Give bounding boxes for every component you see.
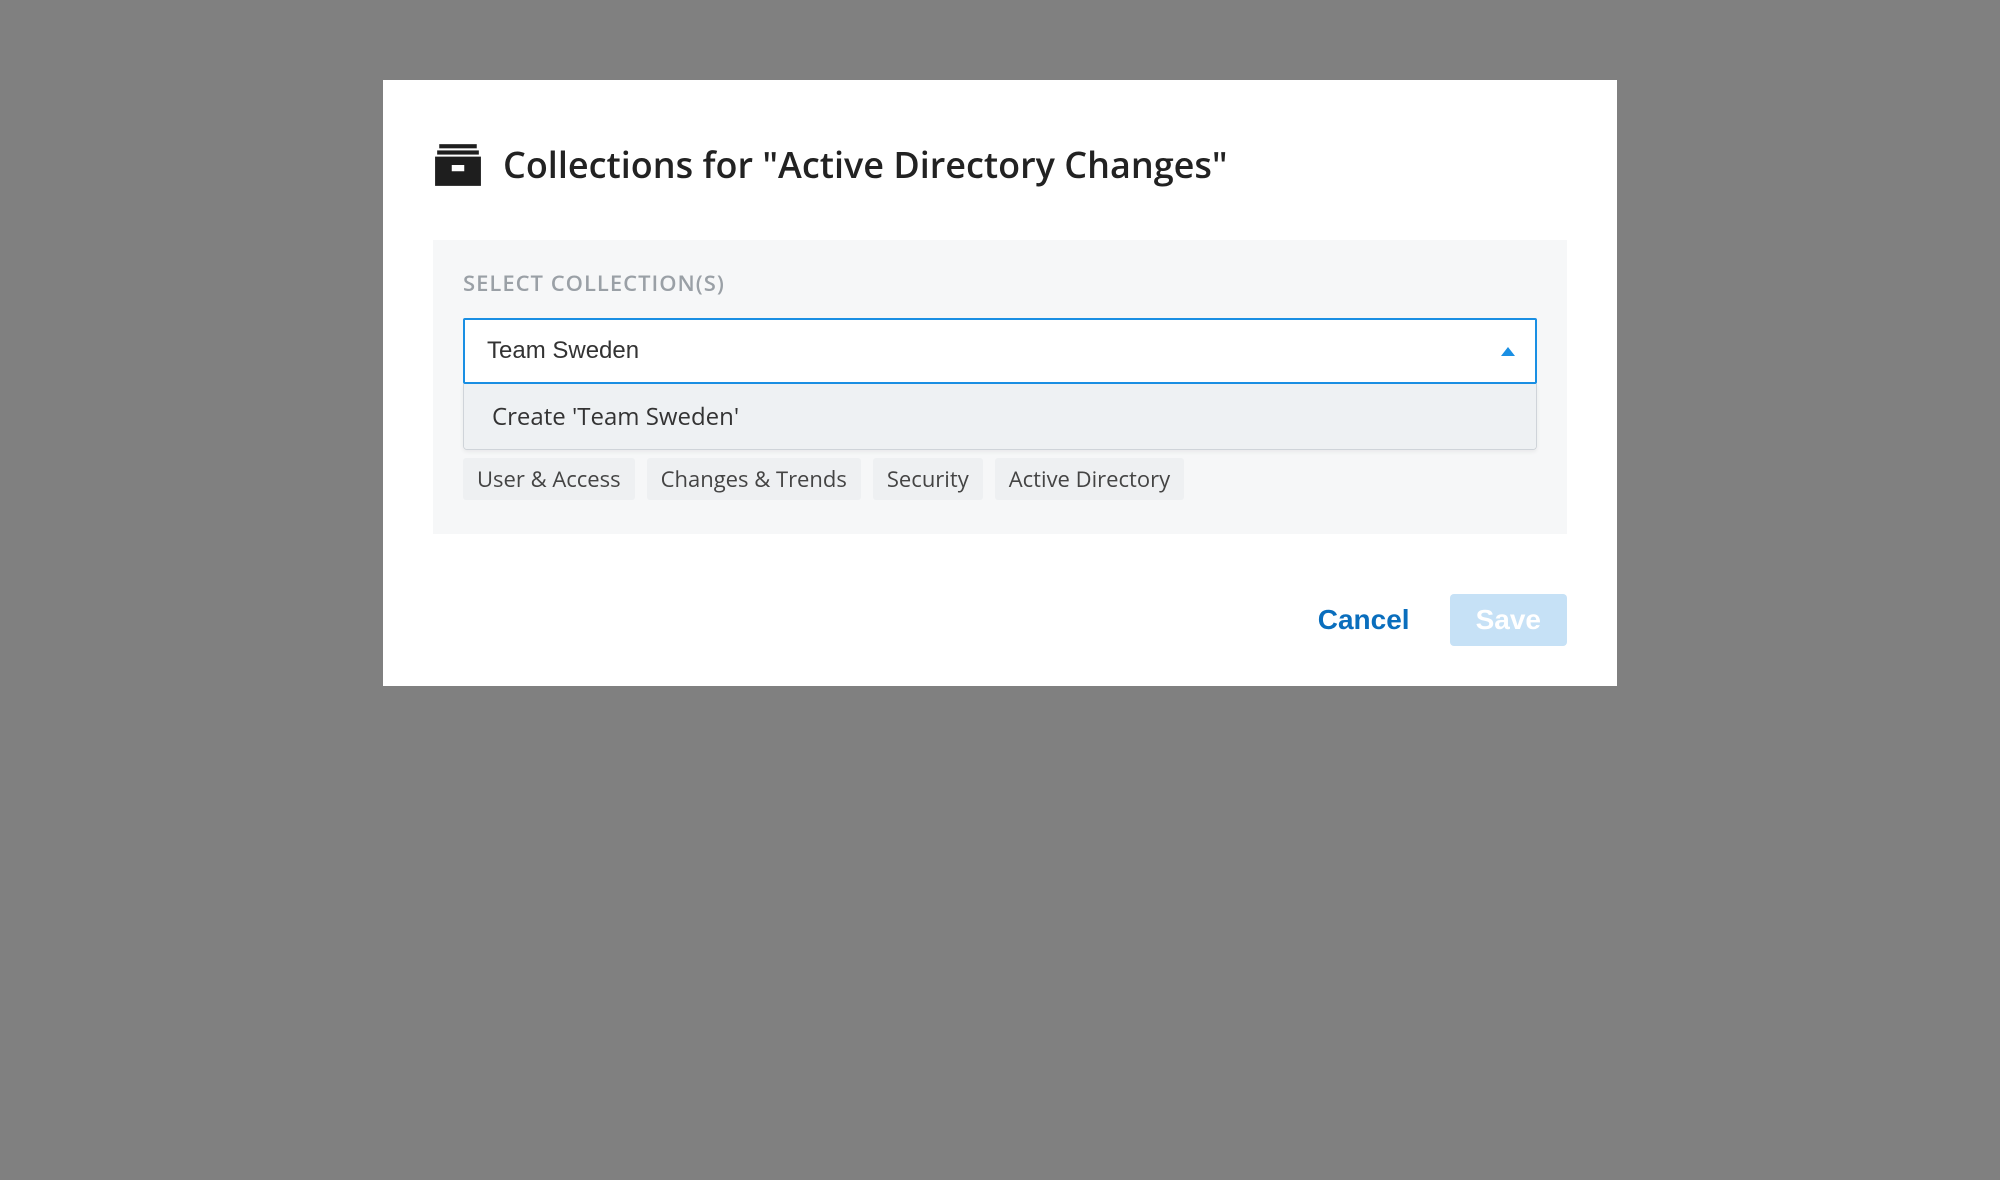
save-button[interactable]: Save xyxy=(1450,594,1567,646)
dialog-footer: Cancel Save xyxy=(433,594,1567,646)
suggested-tags: User & Access Changes & Trends Security … xyxy=(463,458,1537,500)
tag-user-access[interactable]: User & Access xyxy=(463,458,635,500)
collections-dialog: Collections for "Active Directory Change… xyxy=(383,80,1617,686)
cancel-button[interactable]: Cancel xyxy=(1306,594,1422,646)
create-collection-option[interactable]: Create 'Team Sweden' xyxy=(464,384,1536,449)
collections-input[interactable] xyxy=(485,336,1501,366)
select-collections-panel: SELECT COLLECTION(S) Create 'Team Sweden… xyxy=(433,240,1567,534)
collections-combobox[interactable] xyxy=(463,318,1537,384)
tag-security[interactable]: Security xyxy=(873,458,983,500)
dialog-header: Collections for "Active Directory Change… xyxy=(433,140,1567,190)
archive-box-icon xyxy=(433,140,483,190)
tag-active-directory[interactable]: Active Directory xyxy=(995,458,1184,500)
collections-dropdown: Create 'Team Sweden' xyxy=(463,384,1537,450)
dialog-title: Collections for "Active Directory Change… xyxy=(503,143,1228,186)
select-collections-label: SELECT COLLECTION(S) xyxy=(463,268,1537,298)
caret-up-icon[interactable] xyxy=(1501,347,1515,356)
tag-changes-trends[interactable]: Changes & Trends xyxy=(647,458,861,500)
collections-combobox-wrapper: Create 'Team Sweden' xyxy=(463,318,1537,384)
